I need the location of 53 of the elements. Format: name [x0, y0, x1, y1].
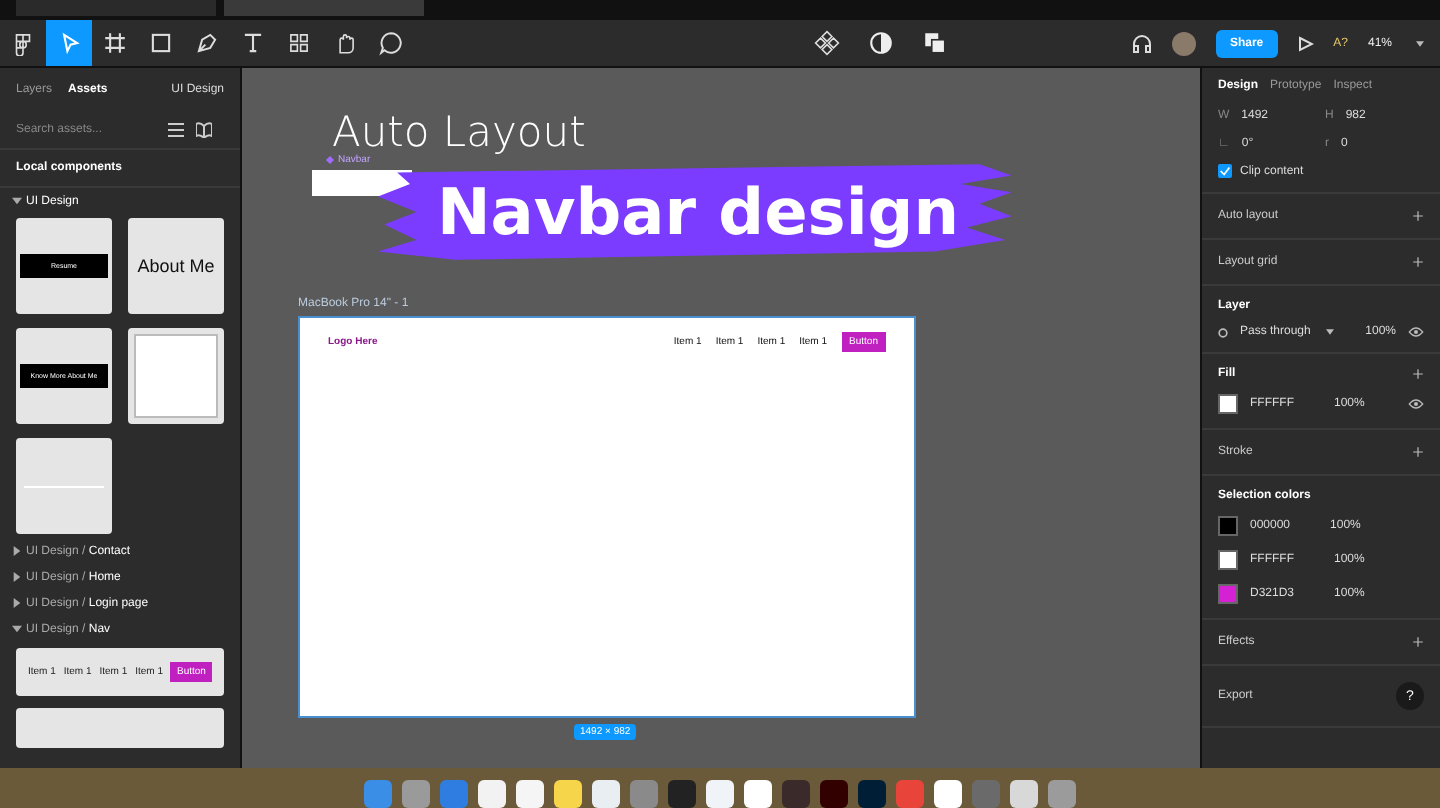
checkbox[interactable]: [1218, 164, 1232, 178]
caret-right-icon[interactable]: [12, 598, 22, 608]
dock-app-icon[interactable]: [820, 780, 848, 808]
plus-icon[interactable]: [1412, 210, 1424, 222]
caret-right-icon[interactable]: [12, 546, 22, 556]
dock-app-icon[interactable]: [592, 780, 620, 808]
eye-icon[interactable]: [1408, 326, 1424, 338]
dock-app-icon[interactable]: [478, 780, 506, 808]
diamond-icon: [814, 30, 840, 56]
component-thumbnail[interactable]: [16, 708, 224, 748]
canvas-heading: Auto Layout: [332, 112, 586, 154]
color-swatch[interactable]: [1218, 516, 1238, 536]
color-swatch[interactable]: [1218, 394, 1238, 414]
user-avatar[interactable]: [1171, 31, 1196, 55]
contrast-icon: [868, 30, 894, 56]
caret-down-icon[interactable]: [12, 196, 22, 206]
eye-icon[interactable]: [1408, 398, 1424, 410]
navbar-frame: [312, 170, 412, 196]
dock-app-icon[interactable]: [554, 780, 582, 808]
list-icon[interactable]: [168, 122, 184, 138]
plus-icon[interactable]: [1412, 256, 1424, 268]
headphones-icon[interactable]: [1131, 33, 1152, 53]
overlap-icon: [922, 30, 948, 56]
hash-icon: [102, 30, 128, 56]
dock-app-icon[interactable]: [744, 780, 772, 808]
component-thumbnail[interactable]: [128, 328, 224, 424]
square-icon: [148, 30, 174, 56]
dock-app-icon[interactable]: [516, 780, 544, 808]
color-swatch[interactable]: [1218, 584, 1238, 604]
book-icon[interactable]: [196, 122, 212, 138]
plus-icon[interactable]: [1412, 636, 1424, 648]
caret-right-icon[interactable]: [12, 572, 22, 582]
blend-icon: [1218, 327, 1228, 337]
color-swatch[interactable]: [1218, 550, 1238, 570]
caret-down-icon[interactable]: [1326, 328, 1335, 336]
text-tool-icon: [240, 30, 266, 56]
plus-icon[interactable]: [1412, 446, 1424, 458]
pen-icon: [194, 30, 220, 56]
plus-icon[interactable]: [1412, 368, 1424, 380]
dock-app-icon[interactable]: [706, 780, 734, 808]
component-icon: [326, 156, 334, 164]
logo: [10, 30, 36, 56]
play-icon[interactable]: [1297, 35, 1314, 51]
component-thumbnail[interactable]: About Me: [128, 218, 224, 314]
caret-down-icon[interactable]: [12, 624, 22, 634]
dock-app-icon[interactable]: [1010, 780, 1038, 808]
grid-icon: [286, 30, 312, 56]
caret-down-icon[interactable]: [1416, 39, 1424, 47]
dock-app-icon[interactable]: [934, 780, 962, 808]
component-thumbnail[interactable]: [16, 438, 112, 534]
banner-title: Navbar design: [437, 180, 959, 244]
speech-bubble-icon: [378, 30, 404, 56]
card-preview: [134, 334, 218, 418]
